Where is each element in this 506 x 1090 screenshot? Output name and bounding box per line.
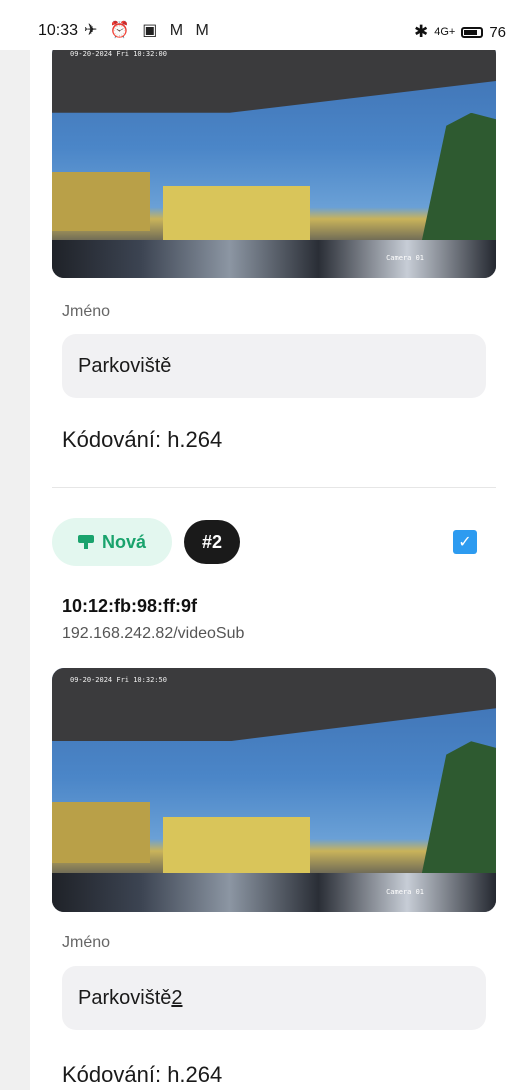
encoding-info: Kódování: h.264 [62,1062,223,1087]
preview-building [52,171,150,231]
name-label: Jméno [62,303,111,320]
check-icon: ✓ [458,534,472,551]
name-input[interactable]: Parkoviště [62,334,486,398]
battery-icon [461,26,484,38]
status-badge-label: Nová [101,531,146,552]
preview-building [163,816,310,876]
left-edge-strip [0,50,30,1090]
status-badge-new: Nová [52,518,172,566]
preview-building [52,802,150,864]
name-label: Jméno [62,934,111,951]
name-input-value: Parkoviště [78,986,172,1009]
status-bar: 10:33 ✈ ⏰ ▣ M M ✱ 4G+ 76 [0,0,506,50]
preview-building [163,185,310,243]
preview-trees [421,741,496,876]
camera-preview-image[interactable]: 09-20-2024 Fri 10:32:50 Camera 01 [52,668,496,912]
camera-icon [77,535,94,549]
status-right-icons: ✱ 4G+ 76 [414,22,506,42]
section-divider [52,487,496,488]
name-input-value-underlined: 2 [171,986,183,1009]
preview-cars [52,240,496,278]
select-checkbox[interactable]: ✓ [453,530,477,554]
name-input[interactable]: Parkoviště 2 [62,966,486,1030]
camera-preview-image[interactable]: 09-20-2024 Fri 10:32:00 Camera 01 [52,42,496,278]
encoding-info: Kódování: h.264 [62,427,223,452]
camera-overlay-label: Camera 01 [386,888,424,896]
bluetooth-icon: ✱ [413,22,429,41]
signal-icon: 4G+ [434,25,456,38]
status-notification-icons: ✈ ⏰ ▣ M M [84,22,213,39]
status-time: 10:33 [38,22,79,39]
name-input-value: Parkoviště [78,354,172,377]
camera-timestamp: 09-20-2024 Fri 10:32:50 [70,676,167,684]
preview-cars [52,872,496,912]
camera-overlay-label: Camera 01 [386,254,424,262]
stream-url: 192.168.242.82/videoSub [62,625,245,642]
camera-timestamp: 09-20-2024 Fri 10:32:00 [70,50,167,58]
preview-trees [421,112,496,243]
battery-percent: 76 [489,23,506,41]
index-badge: #2 [184,520,240,564]
mac-address: 10:12:fb:98:ff:9f [62,596,198,616]
